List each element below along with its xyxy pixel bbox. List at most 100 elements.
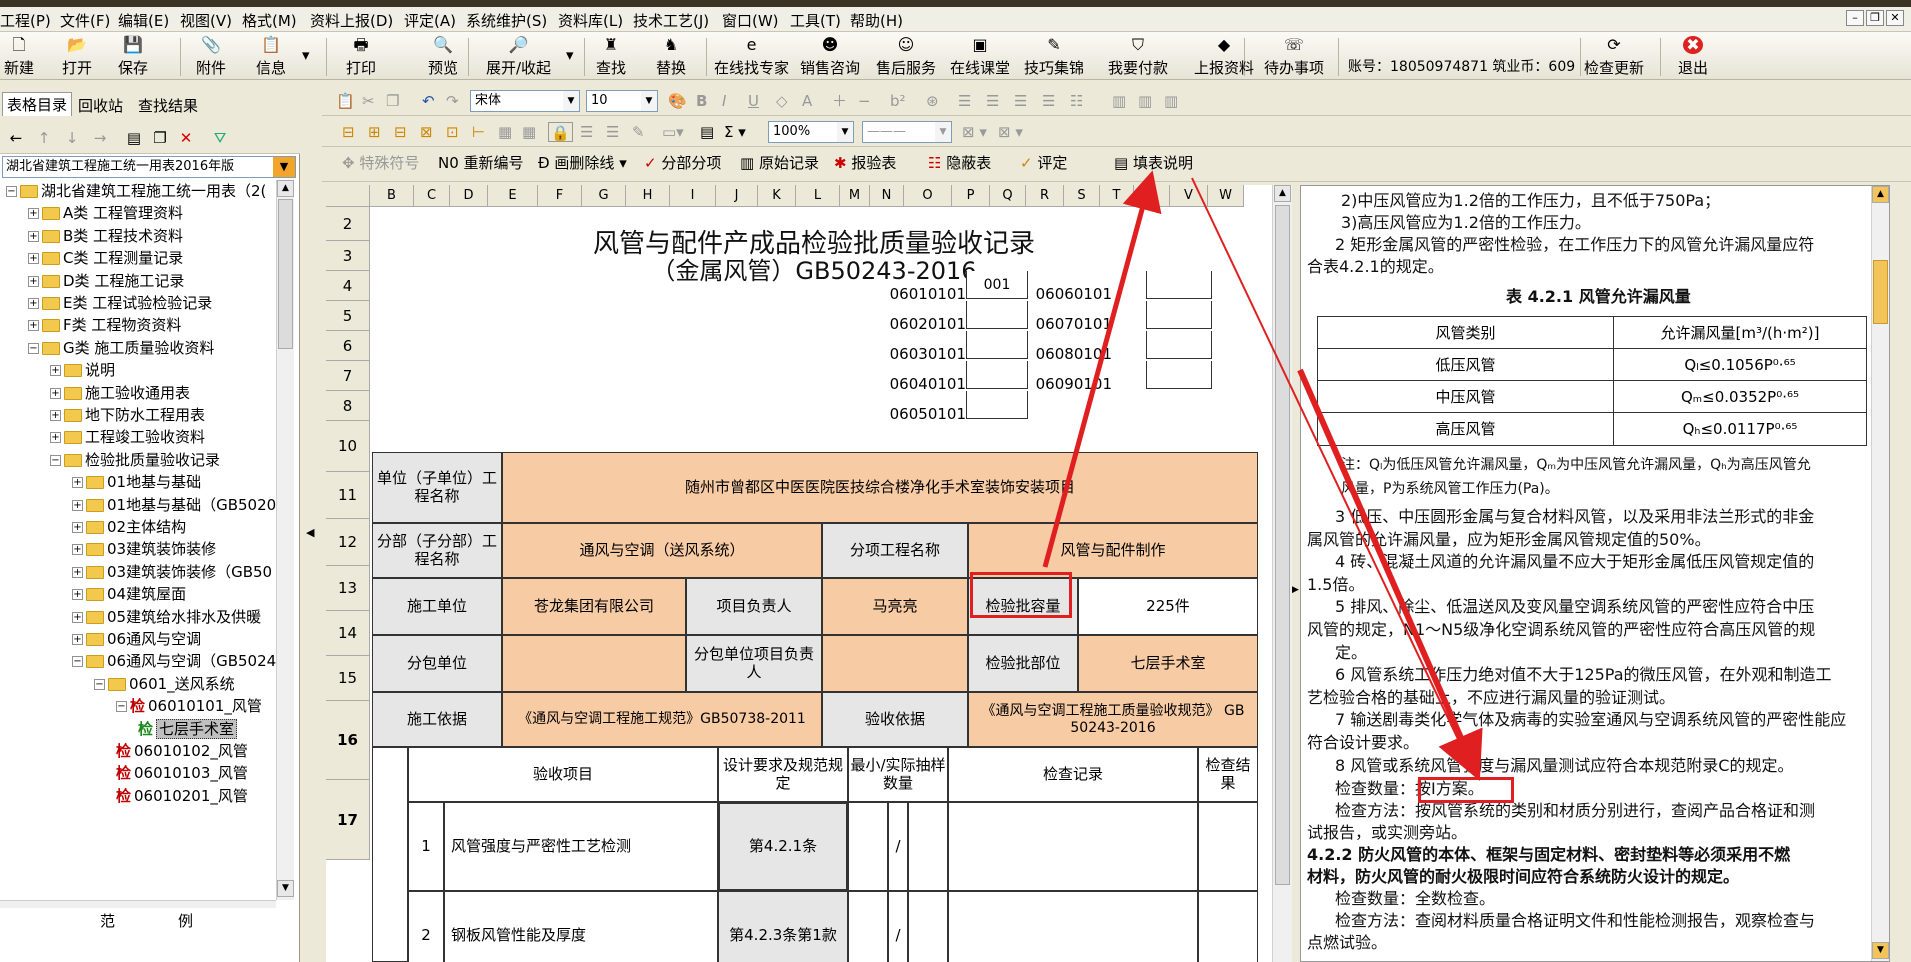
line-style-select[interactable]: ——— ▼ — [862, 121, 952, 143]
grid3-icon[interactable]: ▥ — [1164, 91, 1178, 111]
sum-icon[interactable]: Σ ▾ — [724, 122, 746, 142]
column-header[interactable]: T — [1100, 185, 1134, 207]
toolbar-tips-button[interactable]: ✎ 技巧集锦 — [1024, 34, 1084, 78]
toolbar-service-button[interactable]: ☺ 售后服务 — [876, 34, 936, 78]
tree-node[interactable]: +06通风与空调 — [72, 628, 201, 650]
code-input[interactable] — [966, 331, 1028, 359]
subcontractor-pm-value[interactable] — [822, 635, 968, 692]
code-input[interactable] — [966, 391, 1028, 419]
scroll-down-icon[interactable]: ▼ — [1872, 942, 1889, 959]
code-input[interactable] — [1146, 271, 1212, 299]
collapse-icon[interactable]: − — [6, 186, 17, 197]
zoom-select[interactable]: 100% ▼ — [768, 121, 854, 143]
row-header[interactable]: 16 — [326, 701, 370, 780]
toolbar-open-button[interactable]: 📂 打开 — [62, 34, 92, 78]
capacity-value[interactable]: 225件 — [1078, 578, 1258, 635]
align-right-icon[interactable]: ☰ — [1014, 91, 1027, 111]
tree-node[interactable]: +02主体结构 — [72, 516, 186, 538]
code-input[interactable]: 001 — [966, 271, 1028, 299]
row2-record[interactable] — [948, 891, 1198, 962]
subitem-button[interactable]: ✓ 分部分项 — [644, 153, 721, 173]
list2-icon[interactable]: ☰ — [606, 122, 619, 142]
row-header[interactable]: 10 — [326, 421, 370, 472]
tree-node[interactable]: +03建筑装饰装修 — [72, 538, 216, 560]
list-icon[interactable]: ☰ — [580, 122, 593, 142]
toolbar-preview-button[interactable]: 🔍 预览 — [428, 34, 458, 78]
tree-node[interactable]: 检 06010201_风管 — [116, 785, 248, 807]
menu-edit[interactable]: 编辑(E) — [118, 10, 169, 31]
menu-format[interactable]: 格式(M) — [242, 10, 297, 31]
tree-hscrollbar[interactable] — [0, 900, 276, 908]
row-header[interactable]: 11 — [326, 472, 370, 519]
chevron-down-icon[interactable]: ▼ — [935, 122, 951, 142]
unit-value[interactable]: 随州市曾都区中医医院医技综合楼净化手术室装饰安装项目 — [502, 452, 1258, 523]
wrap-icon[interactable]: ⊢ — [472, 122, 485, 142]
insert-row-icon[interactable]: ⊟ — [342, 122, 355, 142]
menu-evaluate[interactable]: 评定(A) — [404, 10, 456, 31]
tree-node[interactable]: + C类 工程测量记录 — [28, 247, 183, 269]
align-center-icon[interactable]: ☰ — [986, 91, 999, 111]
row-header[interactable]: 2 — [326, 207, 370, 241]
expand-icon[interactable]: + — [28, 230, 39, 242]
contractor-value[interactable]: 苍龙集团有限公司 — [502, 578, 686, 635]
column-header[interactable]: E — [488, 185, 538, 207]
collapse-left-icon[interactable]: ◀ — [306, 526, 314, 539]
chevron-down-icon[interactable]: ▼ — [641, 91, 657, 111]
column-header[interactable]: G — [582, 185, 626, 207]
column-header[interactable]: B — [370, 185, 414, 207]
toolbar-sales-button[interactable]: ☻ 销售咨询 — [800, 34, 860, 78]
color-icon[interactable]: 🎨 — [668, 91, 687, 111]
grid2-icon[interactable]: ▥ — [1138, 91, 1152, 111]
expand-icon[interactable]: + — [28, 298, 39, 309]
row1-min-sample[interactable] — [848, 802, 888, 891]
delete-icon[interactable]: ✕ — [176, 128, 196, 148]
chevron-down-icon[interactable]: ▼ — [273, 157, 295, 177]
scroll-down-icon[interactable]: ▼ — [277, 880, 294, 897]
tree-node[interactable]: + 施工验收通用表 — [50, 382, 190, 404]
tree-node[interactable]: +01地基与基础 — [72, 471, 201, 493]
column-header[interactable]: S — [1064, 185, 1100, 207]
expand-icon[interactable]: + — [28, 208, 39, 220]
font-color-icon[interactable]: A — [802, 91, 812, 111]
toolbar-expert-button[interactable]: e 在线找专家 — [714, 34, 789, 78]
collapse-icon[interactable]: − — [116, 701, 127, 713]
code-input[interactable] — [1146, 361, 1212, 389]
restore-icon[interactable]: ❐ — [1866, 10, 1884, 26]
plus-icon[interactable]: ＋ — [832, 91, 847, 111]
paste-icon[interactable]: 📋 — [336, 91, 355, 111]
row1-result[interactable] — [1198, 802, 1258, 891]
scroll-up-icon[interactable]: ▲ — [1872, 186, 1889, 203]
redo-icon[interactable]: ↷ — [446, 91, 459, 111]
code-input[interactable] — [1146, 301, 1212, 329]
fill-icon[interactable]: ◇ — [776, 91, 788, 111]
lock-icon[interactable]: 🔒 — [548, 122, 573, 142]
menu-project[interactable]: 工程(P) — [0, 10, 51, 31]
collapse-icon[interactable]: − — [72, 656, 83, 668]
toolbar-new-button[interactable]: 🗋 新建 — [4, 34, 34, 78]
tree-node[interactable]: − 06通风与空调（GB5024 — [72, 650, 276, 672]
part-value[interactable]: 七层手术室 — [1078, 635, 1258, 692]
align-left-icon[interactable]: ☰ — [958, 91, 971, 111]
column-header[interactable]: Q — [990, 185, 1026, 207]
renumber-button[interactable]: N0 重新编号 — [438, 153, 524, 173]
expand-right-icon[interactable]: ▶ — [1292, 585, 1299, 595]
column-header[interactable]: U — [1134, 185, 1170, 207]
column-header[interactable]: F — [538, 185, 582, 207]
menu-library[interactable]: 资料库(L) — [558, 10, 623, 31]
minimize-icon[interactable]: – — [1846, 10, 1864, 26]
row-header[interactable]: 6 — [326, 331, 370, 361]
row1-actual-sample[interactable] — [908, 802, 948, 891]
tree-node[interactable]: 检 06010103_风管 — [116, 762, 248, 784]
tree-node[interactable]: − 0601_送风系统 — [94, 673, 235, 695]
expand-icon[interactable]: + — [72, 566, 83, 578]
row1-record[interactable] — [948, 802, 1198, 891]
tab-search-results[interactable]: 查找结果 — [134, 94, 202, 117]
expand-icon[interactable]: + — [72, 522, 83, 533]
tree-node[interactable]: + E类 工程试验检验记录 — [28, 292, 212, 314]
menu-window[interactable]: 窗口(W) — [722, 10, 779, 31]
row-header[interactable]: 5 — [326, 301, 370, 331]
expand-icon[interactable]: + — [72, 477, 83, 489]
column-header[interactable]: J — [716, 185, 758, 207]
right-splitter[interactable]: ▶ — [1292, 185, 1300, 962]
scroll-up-icon[interactable]: ▲ — [1274, 185, 1291, 202]
